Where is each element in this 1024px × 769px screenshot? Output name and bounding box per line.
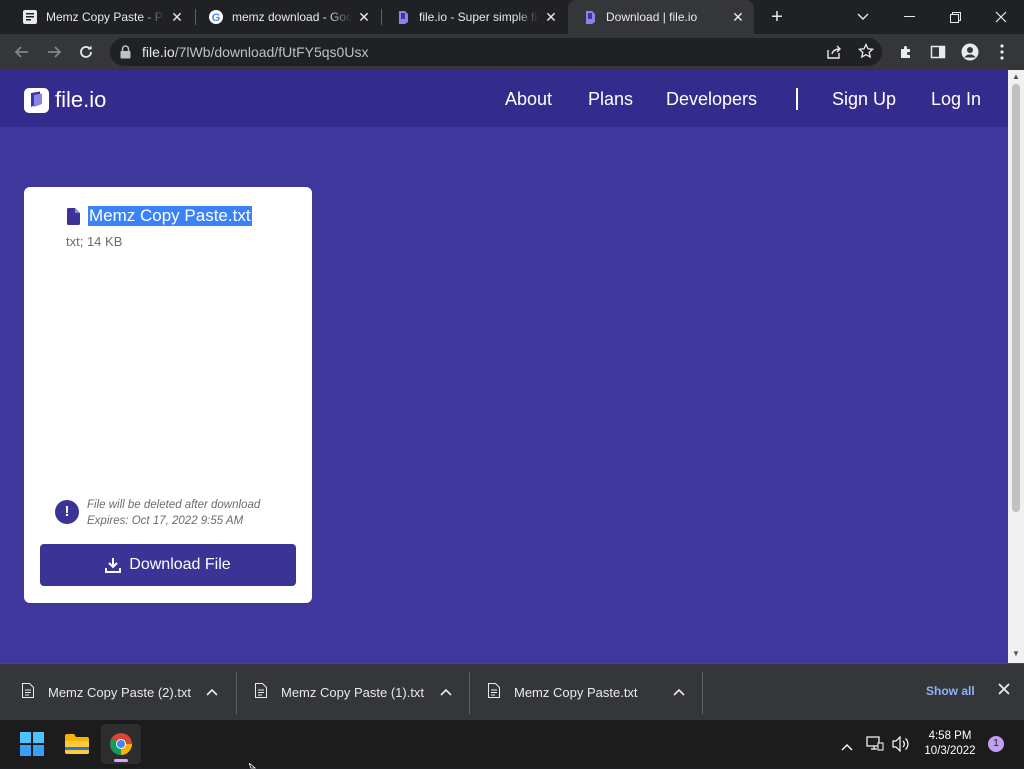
nav-about[interactable]: About <box>505 89 552 110</box>
volume-speaker-icon[interactable] <box>892 735 910 757</box>
show-all-downloads-link[interactable]: Show all <box>926 684 975 698</box>
nav-plans[interactable]: Plans <box>588 89 633 110</box>
nav-divider <box>796 88 798 110</box>
network-icon[interactable] <box>866 736 884 757</box>
shelf-divider <box>702 672 703 714</box>
download-filename: Memz Copy Paste (1).txt <box>281 684 425 700</box>
close-icon[interactable]: ✕ <box>356 9 372 25</box>
side-panel-icon[interactable] <box>924 38 952 66</box>
download-item[interactable]: Memz Copy Paste (2).txt <box>0 664 236 720</box>
scrollbar-thumb[interactable] <box>1012 84 1020 512</box>
close-icon[interactable]: ✕ <box>730 9 746 25</box>
system-clock[interactable]: 4:58 PM 10/3/2022 <box>910 729 990 759</box>
menu-kebab-icon[interactable] <box>988 38 1016 66</box>
alert-exclamation-icon: ! <box>55 500 79 524</box>
address-bar[interactable]: file.io/7lWb/download/fUtFY5qs0Usx <box>110 38 882 66</box>
clock-time: 4:58 PM <box>928 730 972 742</box>
tab-search-chevron-icon[interactable] <box>840 0 886 34</box>
nav-signup[interactable]: Sign Up <box>832 89 896 110</box>
fileio-logo-icon <box>24 87 49 113</box>
tab-google[interactable]: G memz download - Google Search ✕ <box>194 0 380 34</box>
tab-title: Download | file.io <box>606 10 698 24</box>
scroll-up-arrow-icon[interactable]: ▲ <box>1012 73 1020 81</box>
tab-title: memz download - Google Search <box>232 10 352 24</box>
chevron-up-icon[interactable] <box>440 684 452 699</box>
restore-icon[interactable] <box>932 0 978 34</box>
active-indicator <box>114 759 128 762</box>
reload-icon[interactable] <box>72 38 100 66</box>
browser-toolbar: file.io/7lWb/download/fUtFY5qs0Usx <box>0 34 1024 70</box>
expiry-date: Expires: Oct 17, 2022 9:55 AM <box>87 515 244 527</box>
file-document-icon <box>66 208 80 230</box>
mouse-cursor-icon <box>249 763 257 769</box>
chevron-up-icon[interactable] <box>206 684 218 699</box>
bookmark-star-icon[interactable] <box>857 42 875 64</box>
web-page: file.io About Plans Developers Sign Up L… <box>0 70 1008 663</box>
text-file-icon <box>22 683 34 701</box>
logo-text: file.io <box>55 87 107 112</box>
tab-fileio-home[interactable]: file.io - Super simple file sharing ✕ <box>381 0 567 34</box>
pastebin-icon <box>22 9 38 25</box>
back-arrow-icon[interactable] <box>8 38 36 66</box>
minimize-icon[interactable] <box>886 0 932 34</box>
start-button[interactable] <box>12 724 52 764</box>
new-tab-plus-icon[interactable]: + <box>766 7 788 27</box>
download-filename: Memz Copy Paste.txt <box>514 684 638 700</box>
close-icon[interactable]: ✕ <box>169 9 185 25</box>
profile-avatar-icon[interactable] <box>956 38 984 66</box>
url-text[interactable]: file.io/7lWb/download/fUtFY5qs0Usx <box>142 44 368 60</box>
clock-date: 10/3/2022 <box>924 745 976 757</box>
folder-icon <box>65 734 89 754</box>
chrome-taskbar-button[interactable] <box>101 724 141 764</box>
download-item[interactable]: Memz Copy Paste (1).txt <box>233 664 469 720</box>
tab-pastebin[interactable]: Memz Copy Paste - Pastebin ✕ <box>8 0 193 34</box>
expiry-warning: File will be deleted after download Expi… <box>87 497 260 529</box>
file-name[interactable]: Memz Copy Paste.txt <box>88 206 252 226</box>
chevron-up-icon[interactable] <box>673 684 685 699</box>
svg-text:G: G <box>212 12 221 24</box>
share-icon[interactable] <box>826 44 842 65</box>
forward-arrow-icon[interactable] <box>40 38 68 66</box>
text-file-icon <box>488 683 500 701</box>
close-icon[interactable]: ✕ <box>543 9 559 25</box>
lock-icon[interactable] <box>120 45 131 64</box>
file-meta: txt; 14 KB <box>66 234 123 249</box>
url-path: /7lWb/download/fUtFY5qs0Usx <box>174 44 369 60</box>
download-item[interactable]: Memz Copy Paste.txt <box>466 664 702 720</box>
nav-login[interactable]: Log In <box>931 89 981 110</box>
chrome-icon <box>110 733 132 755</box>
tab-strip: Memz Copy Paste - Pastebin ✕ G memz down… <box>0 0 1024 34</box>
download-icon <box>105 558 122 573</box>
window-close-icon[interactable] <box>978 0 1024 34</box>
nav-developers[interactable]: Developers <box>666 89 757 110</box>
windows-taskbar: 4:58 PM 10/3/2022 1 <box>0 720 1024 768</box>
chevron-up-icon[interactable] <box>841 738 853 756</box>
download-filename: Memz Copy Paste (2).txt <box>48 684 192 700</box>
download-shelf: Memz Copy Paste (2).txt Memz Copy Paste … <box>0 663 1024 720</box>
windows-logo-icon <box>20 732 44 756</box>
scroll-down-arrow-icon[interactable]: ▼ <box>1012 650 1020 658</box>
file-explorer-button[interactable] <box>57 724 97 764</box>
fileio-icon <box>582 9 598 25</box>
tab-title: file.io - Super simple file sharing <box>419 10 539 24</box>
fileio-icon <box>395 9 411 25</box>
tab-fileio-download[interactable]: Download | file.io ✕ <box>568 0 754 34</box>
download-button-label: Download File <box>129 556 231 573</box>
site-logo[interactable]: file.io <box>24 87 106 113</box>
text-file-icon <box>255 683 267 701</box>
google-icon: G <box>208 9 224 25</box>
page-scrollbar[interactable]: ▲ ▼ <box>1008 70 1024 663</box>
url-host: file.io <box>142 44 175 60</box>
site-navbar: file.io About Plans Developers Sign Up L… <box>0 70 1008 127</box>
download-file-button[interactable]: Download File <box>40 544 296 586</box>
extensions-puzzle-icon[interactable] <box>892 38 920 66</box>
close-icon[interactable] <box>998 682 1010 700</box>
tab-title: Memz Copy Paste - Pastebin <box>46 10 165 24</box>
notification-badge[interactable]: 1 <box>988 736 1004 752</box>
delete-notice: File will be deleted after download <box>87 499 261 511</box>
file-card: Memz Copy Paste.txt txt; 14 KB ! File wi… <box>24 187 312 603</box>
